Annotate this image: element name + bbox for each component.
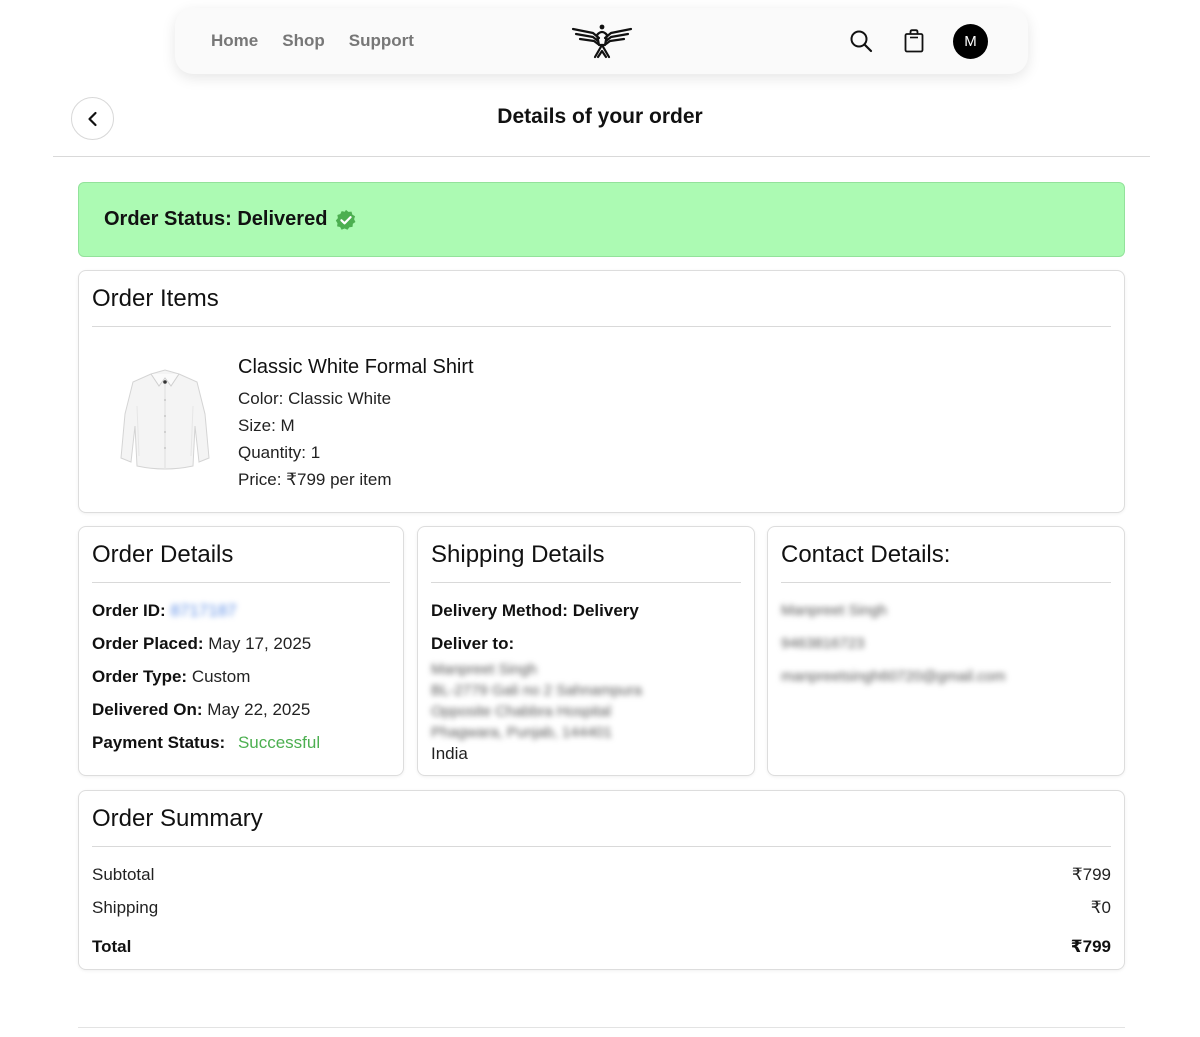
- footer-divider: [78, 1027, 1125, 1028]
- address-line-1: Manpreet Singh: [431, 661, 537, 678]
- order-id-row: Order ID: 8717187: [92, 601, 237, 621]
- shirt-image: [120, 369, 210, 470]
- order-items-divider: [92, 326, 1111, 327]
- order-details-title: Order Details: [92, 541, 234, 568]
- shipping-row: Shipping ₹0: [92, 898, 1111, 918]
- delivered-on-label: Delivered On:: [92, 700, 203, 719]
- delivered-on-row: Delivered On: May 22, 2025: [92, 700, 310, 720]
- shipping-label: Shipping: [92, 898, 159, 917]
- contact-details-divider: [781, 582, 1111, 583]
- order-placed-value: May 17, 2025: [208, 634, 312, 653]
- header-divider: [53, 156, 1150, 157]
- address-country: India: [431, 744, 468, 763]
- product-color: Color: Classic White: [238, 389, 392, 408]
- total-label: Total: [92, 937, 132, 956]
- total-row: Total ₹799: [92, 937, 1111, 957]
- search-button[interactable]: [848, 28, 874, 54]
- page-title: Details of your order: [497, 105, 703, 128]
- top-navbar: Home Shop Support M: [175, 8, 1028, 74]
- verified-check-icon: [335, 209, 357, 231]
- payment-status-row: Payment Status: Successful: [92, 733, 320, 753]
- order-id-label: Order ID:: [92, 601, 166, 620]
- subtotal-value: ₹799: [1071, 865, 1111, 884]
- total-value: ₹799: [1070, 937, 1111, 956]
- contact-details-title: Contact Details:: [781, 541, 951, 568]
- avatar[interactable]: M: [953, 23, 988, 59]
- order-summary-divider: [92, 846, 1111, 847]
- address-line-2: BL-2779 Gali no 2 Sahnampura: [431, 682, 642, 699]
- product-size: Size: M: [238, 416, 295, 435]
- order-items-title: Order Items: [92, 285, 219, 312]
- deliver-to-label: Deliver to:: [431, 634, 515, 653]
- shopping-bag-icon: [904, 29, 924, 53]
- shipping-details-card: Shipping Details Delivery Method: Delive…: [417, 526, 755, 776]
- delivery-method: Delivery Method: Delivery: [431, 601, 639, 620]
- order-id-value[interactable]: 8717187: [170, 601, 236, 620]
- shipping-details-title: Shipping Details: [431, 541, 605, 568]
- product-info: Classic White Formal Shirt Color: Classi…: [238, 356, 474, 493]
- nav-icons: M: [848, 8, 988, 74]
- order-type-row: Order Type: Custom: [92, 667, 250, 687]
- product-quantity: Quantity: 1: [238, 443, 321, 462]
- product-price: Price: ₹799 per item: [238, 470, 392, 489]
- contact-phone: 9463816723: [781, 635, 865, 652]
- nav-links: Home Shop Support: [211, 8, 414, 74]
- order-type-value: Custom: [191, 667, 251, 686]
- subtotal-row: Subtotal ₹799: [92, 865, 1111, 885]
- order-placed-row: Order Placed: May 17, 2025: [92, 634, 311, 654]
- nav-link-home[interactable]: Home: [211, 31, 258, 51]
- order-placed-label: Order Placed:: [92, 634, 204, 653]
- order-type-label: Order Type:: [92, 667, 188, 686]
- product-name[interactable]: Classic White Formal Shirt: [238, 356, 474, 379]
- contact-email: manpreetsingh60720@gmail.com: [781, 668, 1006, 685]
- payment-status-label: Payment Status:: [92, 733, 226, 752]
- address-line-3: Opposite Chabbra Hospital: [431, 703, 612, 720]
- payment-status-value: Successful: [237, 733, 321, 752]
- order-items-card: Order Items Classic White Formal Shirt C…: [78, 270, 1125, 513]
- order-summary-card: Order Summary Subtotal ₹799 Shipping ₹0 …: [78, 790, 1125, 970]
- order-status-text: Order Status: Delivered: [104, 208, 328, 230]
- eagle-logo-icon: [571, 24, 633, 59]
- address-line-4: Phagwara, Punjab, 144401: [431, 724, 612, 741]
- product-image[interactable]: [113, 366, 217, 476]
- brand-logo[interactable]: [571, 23, 633, 59]
- order-details-card: Order Details Order ID: 8717187 Order Pl…: [78, 526, 404, 776]
- contact-name: Manpreet Singh: [781, 602, 887, 619]
- cart-button[interactable]: [903, 28, 925, 54]
- subtotal-label: Subtotal: [92, 865, 155, 884]
- nav-link-support[interactable]: Support: [349, 31, 414, 51]
- order-summary-title: Order Summary: [92, 805, 263, 832]
- contact-details-card: Contact Details: Manpreet Singh 94638167…: [767, 526, 1125, 776]
- shipping-details-divider: [431, 582, 741, 583]
- order-details-divider: [92, 582, 390, 583]
- delivered-on-value: May 22, 2025: [207, 700, 311, 719]
- order-status-banner: Order Status: Delivered: [78, 182, 1125, 257]
- shipping-value: ₹0: [1090, 898, 1111, 917]
- nav-link-shop[interactable]: Shop: [282, 31, 325, 51]
- search-icon: [850, 30, 873, 53]
